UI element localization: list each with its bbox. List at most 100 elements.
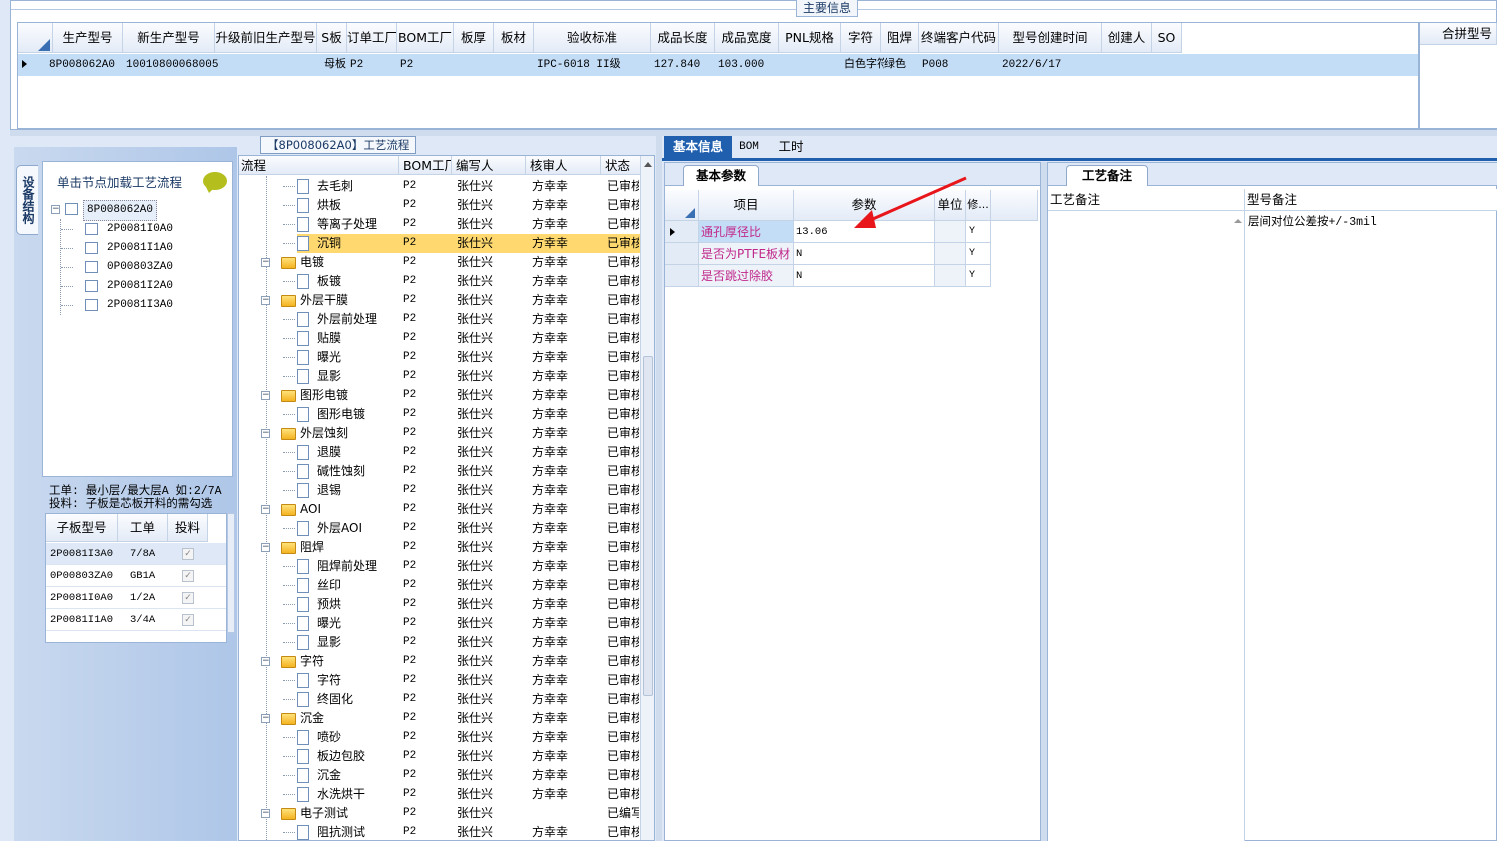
- main-cell[interactable]: P2: [350, 54, 400, 76]
- process-row[interactable]: 曝光 P2 张仕兴 方幸幸 已审核: [239, 348, 654, 367]
- process-row[interactable]: − 字符 P2 张仕兴 方幸幸 已审核: [239, 652, 654, 671]
- tree-child-node[interactable]: 2P0081I0A0: [61, 220, 221, 239]
- feed-checkbox[interactable]: ✓: [182, 548, 194, 560]
- tab-basic-info[interactable]: 基本信息: [664, 136, 732, 158]
- param-row[interactable]: 是否跳过除胶 N Y: [665, 265, 1038, 287]
- node-checkbox[interactable]: [85, 242, 98, 254]
- tree-child-node[interactable]: 2P0081I3A0: [61, 296, 221, 315]
- process-row[interactable]: 喷砂 P2 张仕兴 方幸幸 已审核: [239, 728, 654, 747]
- main-cell[interactable]: [497, 54, 537, 76]
- main-col-header[interactable]: PNL规格: [779, 23, 841, 53]
- process-row[interactable]: 预烘 P2 张仕兴 方幸幸 已审核: [239, 595, 654, 614]
- param-value[interactable]: N: [794, 265, 935, 287]
- main-col-header[interactable]: 型号创建时间: [999, 23, 1102, 53]
- process-row[interactable]: − 外层蚀刻 P2 张仕兴 方幸幸 已审核: [239, 424, 654, 443]
- process-row[interactable]: 丝印 P2 张仕兴 方幸幸 已审核: [239, 576, 654, 595]
- sub-board-row[interactable]: 0P00803ZA0 GB1A ✓: [46, 565, 226, 587]
- process-row[interactable]: 板镀 P2 张仕兴 方幸幸 已审核: [239, 272, 654, 291]
- main-cell[interactable]: [1105, 54, 1155, 76]
- process-col-header[interactable]: 流程: [239, 156, 399, 175]
- process-row[interactable]: 阻焊前处理 P2 张仕兴 方幸幸 已审核: [239, 557, 654, 576]
- node-checkbox[interactable]: [85, 280, 98, 292]
- process-row[interactable]: 显影 P2 张仕兴 方幸幸 已审核: [239, 633, 654, 652]
- process-row[interactable]: 退膜 P2 张仕兴 方幸幸 已审核: [239, 443, 654, 462]
- process-row[interactable]: − 外层干膜 P2 张仕兴 方幸幸 已审核: [239, 291, 654, 310]
- node-checkbox[interactable]: [85, 299, 98, 311]
- process-row[interactable]: 退锡 P2 张仕兴 方幸幸 已审核: [239, 481, 654, 500]
- process-row[interactable]: 贴膜 P2 张仕兴 方幸幸 已审核: [239, 329, 654, 348]
- process-scrollbar[interactable]: [640, 156, 654, 840]
- main-col-header[interactable]: 新生产型号: [123, 23, 215, 53]
- tab-basic-params[interactable]: 基本参数: [683, 165, 759, 186]
- collapse-icon[interactable]: −: [261, 505, 270, 514]
- main-col-header[interactable]: 板厚: [454, 23, 494, 53]
- feed-checkbox[interactable]: ✓: [182, 592, 194, 604]
- process-row[interactable]: 去毛刺 P2 张仕兴 方幸幸 已审核: [239, 177, 654, 196]
- collapse-icon[interactable]: −: [261, 429, 270, 438]
- main-cell[interactable]: [1155, 54, 1185, 76]
- main-cell[interactable]: 8P008062A0: [49, 54, 123, 76]
- process-row[interactable]: − 沉金 P2 张仕兴 方幸幸 已审核: [239, 709, 654, 728]
- tab-bom[interactable]: BOM: [734, 136, 764, 158]
- process-col-header[interactable]: 编写人: [452, 156, 526, 175]
- main-cell[interactable]: 白色字符: [844, 54, 884, 76]
- param-unit[interactable]: [935, 243, 966, 265]
- main-col-header[interactable]: 升级前旧生产型号: [215, 23, 317, 53]
- collapse-icon[interactable]: −: [261, 296, 270, 305]
- feed-checkbox[interactable]: ✓: [182, 570, 194, 582]
- tab-process-remark[interactable]: 工艺备注: [1066, 165, 1148, 186]
- process-row[interactable]: 等离子处理 P2 张仕兴 方幸幸 已审核: [239, 215, 654, 234]
- main-col-header[interactable]: 终端客户代码: [919, 23, 999, 53]
- collapse-icon[interactable]: −: [261, 714, 270, 723]
- process-row[interactable]: − 电镀 P2 张仕兴 方幸幸 已审核: [239, 253, 654, 272]
- main-cell[interactable]: 127.840: [654, 54, 718, 76]
- sub-board-row[interactable]: 2P0081I1A0 3/4A ✓: [46, 609, 226, 631]
- main-col-header[interactable]: BOM工厂: [397, 23, 454, 53]
- process-row[interactable]: − 图形电镀 P2 张仕兴 方幸幸 已审核: [239, 386, 654, 405]
- process-row[interactable]: 图形电镀 P2 张仕兴 方幸幸 已审核: [239, 405, 654, 424]
- collapse-icon[interactable]: −: [261, 657, 270, 666]
- sub-board-row[interactable]: 2P0081I3A0 7/8A ✓: [46, 543, 226, 565]
- main-cell[interactable]: 2022/6/17: [1002, 54, 1105, 76]
- main-cell[interactable]: 绿色: [884, 54, 922, 76]
- process-row[interactable]: 板边包胶 P2 张仕兴 方幸幸 已审核: [239, 747, 654, 766]
- main-col-header[interactable]: SO: [1152, 23, 1182, 53]
- main-col-header[interactable]: 成品长度: [651, 23, 715, 53]
- main-cell[interactable]: P008: [922, 54, 1002, 76]
- main-col-header[interactable]: 字符: [841, 23, 881, 53]
- process-row[interactable]: − 阻焊 P2 张仕兴 方幸幸 已审核: [239, 538, 654, 557]
- main-cell[interactable]: P2: [400, 54, 457, 76]
- main-col-header[interactable]: 验收标准: [534, 23, 651, 53]
- remark-scroll-arrow-icon[interactable]: [1234, 219, 1242, 223]
- collapse-icon[interactable]: −: [261, 543, 270, 552]
- model-remark-text[interactable]: 层间对位公差按+/-3mil: [1248, 213, 1377, 229]
- node-checkbox[interactable]: [85, 223, 98, 235]
- main-cell[interactable]: [782, 54, 844, 76]
- process-remark-field[interactable]: [1048, 211, 1245, 841]
- main-col-header[interactable]: 创建人: [1102, 23, 1152, 53]
- main-col-header[interactable]: 阻焊: [881, 23, 919, 53]
- scroll-thumb[interactable]: [643, 356, 653, 696]
- process-col-header[interactable]: 核审人: [526, 156, 601, 175]
- main-col-header[interactable]: 成品宽度: [715, 23, 779, 53]
- collapse-icon[interactable]: −: [51, 205, 60, 214]
- left-scrollbar[interactable]: [227, 513, 235, 633]
- process-row[interactable]: 沉金 P2 张仕兴 方幸幸 已审核: [239, 766, 654, 785]
- main-cell[interactable]: 103.000: [718, 54, 782, 76]
- main-col-header[interactable]: 板材: [494, 23, 534, 53]
- main-col-header[interactable]: 生产型号: [53, 23, 123, 53]
- param-mod[interactable]: Y: [966, 265, 991, 287]
- main-cell[interactable]: IPC-6018 II级: [537, 54, 654, 76]
- param-unit[interactable]: [935, 265, 966, 287]
- collapse-icon[interactable]: −: [261, 391, 270, 400]
- main-cell[interactable]: 母板: [320, 54, 350, 76]
- node-checkbox[interactable]: [85, 261, 98, 273]
- process-row[interactable]: 曝光 P2 张仕兴 方幸幸 已审核: [239, 614, 654, 633]
- tree-child-node[interactable]: 0P00803ZA0: [61, 258, 221, 277]
- process-row[interactable]: 烘板 P2 张仕兴 方幸幸 已审核: [239, 196, 654, 215]
- param-row[interactable]: 是否为PTFE板材 N Y: [665, 243, 1038, 265]
- process-row[interactable]: 终固化 P2 张仕兴 方幸幸 已审核: [239, 690, 654, 709]
- scroll-up-icon[interactable]: [644, 162, 652, 167]
- feed-checkbox[interactable]: ✓: [182, 614, 194, 626]
- vtab-equipment-structure[interactable]: 设备结构: [16, 165, 38, 235]
